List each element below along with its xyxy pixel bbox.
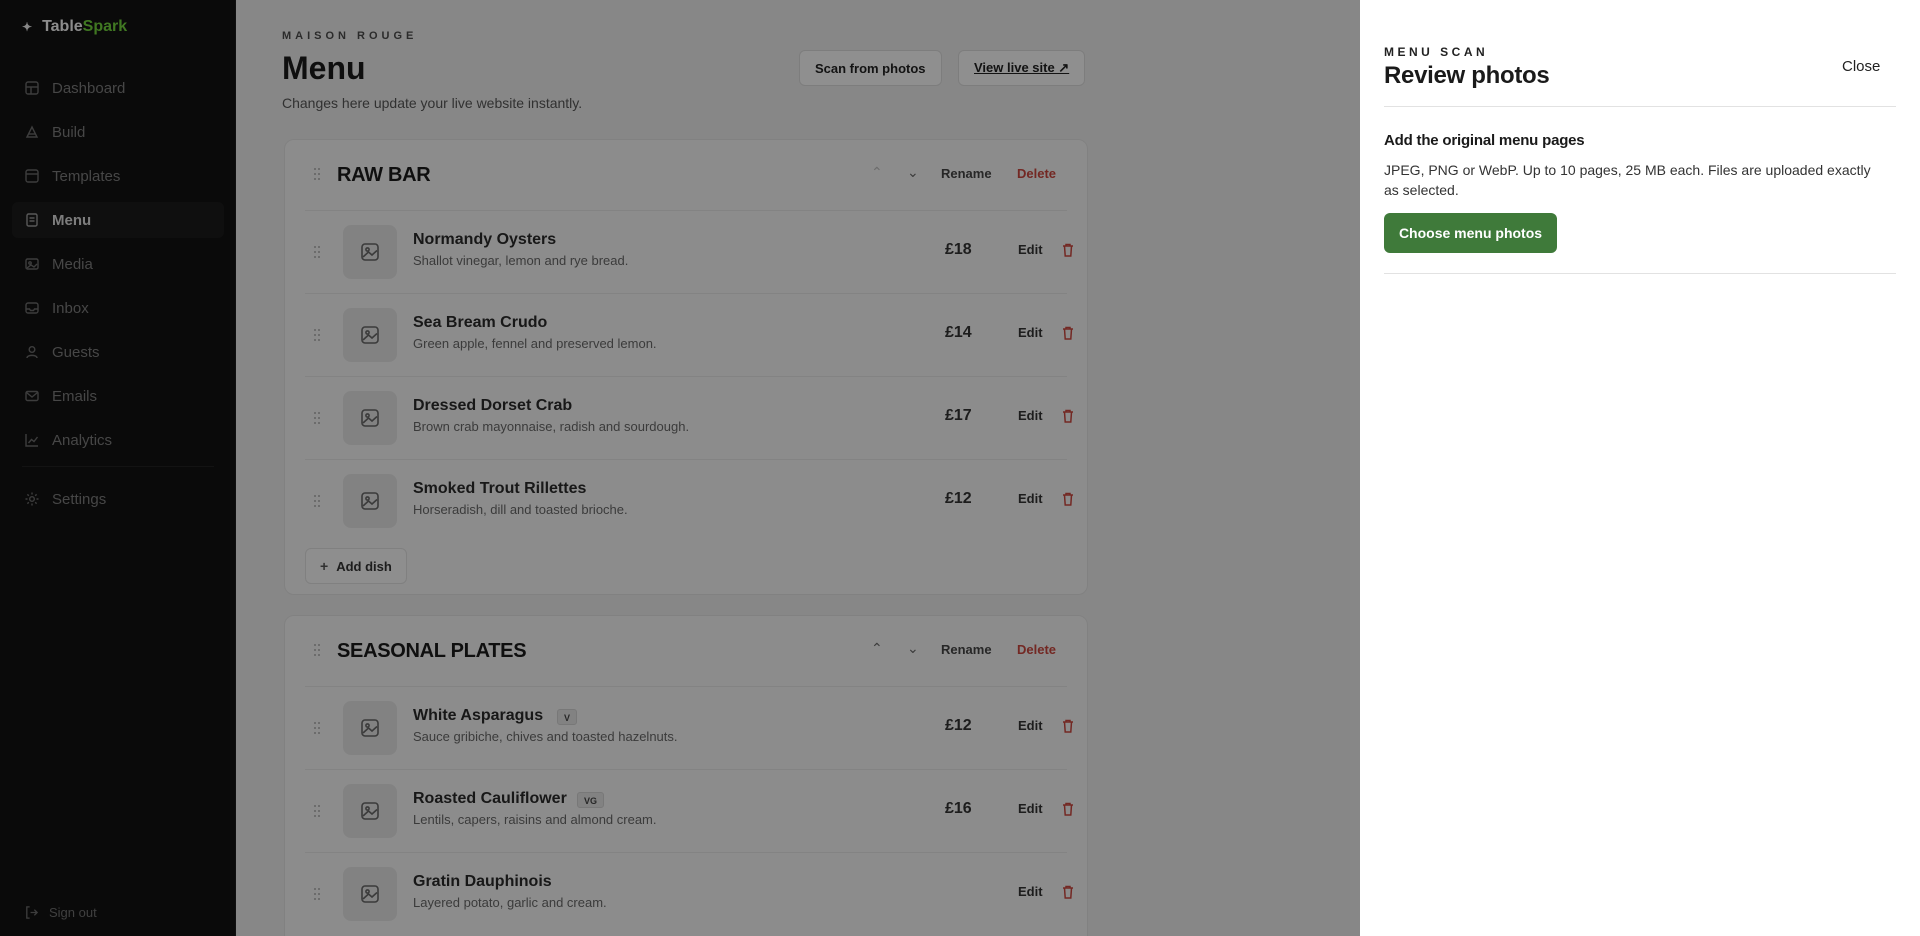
drawer-title: Review photos bbox=[1384, 62, 1550, 89]
upload-instructions: JPEG, PNG or WebP. Up to 10 pages, 25 MB… bbox=[1384, 162, 1871, 198]
menu-scan-drawer: MENU SCAN Review photos Close Add the or… bbox=[1360, 0, 1920, 936]
drawer-eyebrow: MENU SCAN bbox=[1384, 45, 1489, 59]
divider bbox=[1384, 273, 1896, 274]
close-button[interactable]: Close bbox=[1842, 58, 1880, 75]
upload-heading: Add the original menu pages bbox=[1384, 132, 1585, 149]
divider bbox=[1384, 106, 1896, 107]
modal-backdrop[interactable] bbox=[0, 0, 1360, 936]
choose-menu-photos-button[interactable]: Choose menu photos bbox=[1384, 213, 1557, 253]
